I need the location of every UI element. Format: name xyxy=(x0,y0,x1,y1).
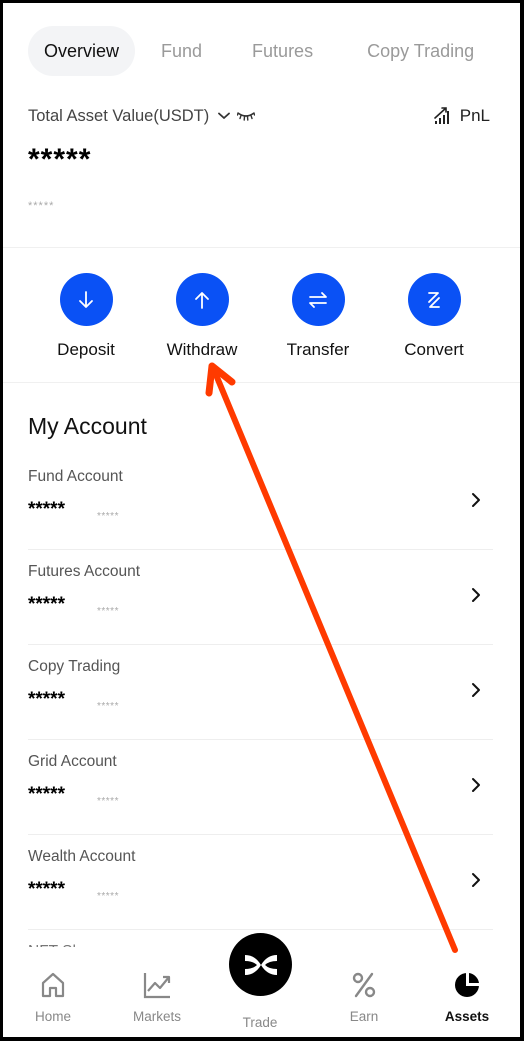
account-name: Futures Account xyxy=(28,563,141,580)
nav-markets-label: Markets xyxy=(132,1009,181,1024)
chevron-right-icon xyxy=(472,683,480,697)
convert-icon xyxy=(428,291,440,308)
tab-copy-trading[interactable]: Copy Trading xyxy=(351,26,490,76)
total-asset-value: ***** xyxy=(28,143,92,176)
pnl-button[interactable]: PnL xyxy=(433,106,490,126)
account-sub-value: ***** xyxy=(97,606,119,617)
assets-screen: Overview Fund Futures Copy Trading Total… xyxy=(3,3,520,1037)
transfer-button[interactable]: Transfer xyxy=(263,273,373,360)
account-value: ***** xyxy=(28,594,65,615)
account-sub-value: ***** xyxy=(97,891,119,902)
pnl-label: PnL xyxy=(459,106,490,125)
nav-assets-label: Assets xyxy=(444,1009,490,1024)
pie-chart-icon xyxy=(455,973,479,997)
my-account-title: My Account xyxy=(28,413,147,439)
convert-button[interactable]: Convert xyxy=(379,273,489,360)
chevron-right-icon xyxy=(472,778,480,792)
account-value: ***** xyxy=(28,499,65,520)
deposit-button[interactable]: Deposit xyxy=(31,273,141,360)
account-value: ***** xyxy=(28,784,65,805)
nav-assets[interactable]: Assets xyxy=(427,969,507,1024)
swap-arrows-icon xyxy=(309,291,327,308)
withdraw-label: Withdraw xyxy=(166,340,238,359)
chevron-right-icon xyxy=(472,873,480,887)
total-asset-label: Total Asset Value(USDT) xyxy=(28,106,210,125)
chart-line-icon xyxy=(143,973,171,999)
nav-home[interactable]: Home xyxy=(13,969,93,1024)
chevron-right-icon xyxy=(472,493,480,507)
account-name: Fund Account xyxy=(28,468,123,485)
bottom-navigation: Home Markets Trade Earn Assets xyxy=(3,933,520,1037)
account-row-wealth[interactable]: Wealth Account ***** ***** xyxy=(28,835,493,930)
account-sub-value: ***** xyxy=(97,701,119,712)
account-value: ***** xyxy=(28,879,65,900)
tab-overview[interactable]: Overview xyxy=(28,26,136,76)
withdraw-button[interactable]: Withdraw xyxy=(147,273,257,360)
account-value: ***** xyxy=(28,689,65,710)
account-name: Copy Trading xyxy=(28,658,121,675)
divider xyxy=(3,382,520,383)
chevron-down-icon[interactable] xyxy=(217,109,231,123)
arrow-up-icon xyxy=(195,291,209,309)
nav-earn-label: Earn xyxy=(349,1009,379,1024)
nav-home-label: Home xyxy=(34,1009,71,1024)
account-row-copy-trading[interactable]: Copy Trading ***** ***** xyxy=(28,645,493,740)
asset-tabs: Overview Fund Futures Copy Trading xyxy=(28,25,520,77)
account-row-fund[interactable]: Fund Account ***** ***** xyxy=(28,455,493,550)
account-name: Grid Account xyxy=(28,753,117,770)
divider xyxy=(3,247,520,248)
eye-closed-icon[interactable] xyxy=(237,109,257,123)
nav-trade-label: Trade xyxy=(242,1015,278,1030)
arrow-down-icon xyxy=(79,290,93,308)
total-asset-header: Total Asset Value(USDT) PnL xyxy=(28,104,490,128)
account-row-futures[interactable]: Futures Account ***** ***** xyxy=(28,550,493,645)
nav-markets[interactable]: Markets xyxy=(117,969,197,1024)
deposit-label: Deposit xyxy=(57,340,115,359)
trade-icon xyxy=(244,954,277,975)
total-asset-sub-value: ***** xyxy=(28,200,55,212)
chart-bars-icon xyxy=(433,107,449,124)
home-icon xyxy=(41,972,65,998)
percent-icon xyxy=(352,972,376,998)
tab-fund[interactable]: Fund xyxy=(145,26,218,76)
account-sub-value: ***** xyxy=(97,796,119,807)
convert-label: Convert xyxy=(404,340,464,359)
nav-trade-button[interactable] xyxy=(229,933,292,996)
quick-actions: Deposit Withdraw Transfer Convert xyxy=(3,273,520,368)
chevron-right-icon xyxy=(472,588,480,602)
tab-futures[interactable]: Futures xyxy=(236,26,329,76)
transfer-label: Transfer xyxy=(286,340,350,359)
account-name: Wealth Account xyxy=(28,848,136,865)
account-sub-value: ***** xyxy=(97,511,119,522)
account-row-grid[interactable]: Grid Account ***** ***** xyxy=(28,740,493,835)
nav-earn[interactable]: Earn xyxy=(324,969,404,1024)
